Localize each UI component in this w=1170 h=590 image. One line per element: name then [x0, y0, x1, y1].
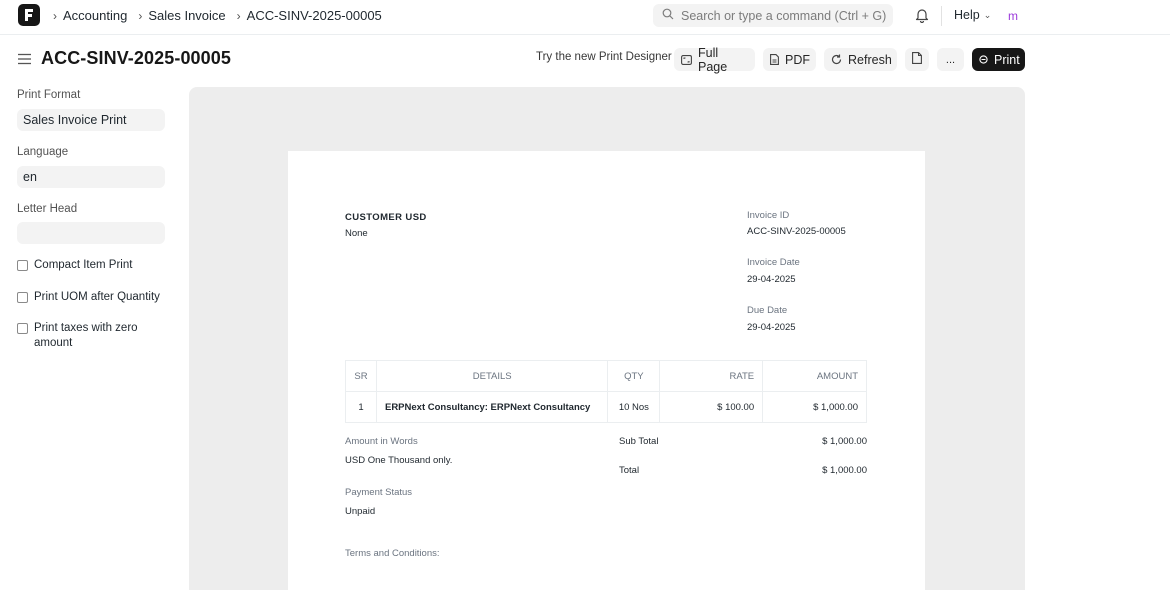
more-icon: ... — [945, 53, 956, 66]
pdf-button[interactable]: PDF — [763, 48, 816, 71]
cell-rate: $ 100.00 — [659, 391, 764, 423]
print-taxes-zero-checkbox[interactable]: Print taxes with zero amount — [17, 321, 149, 351]
cell-sr: 1 — [345, 391, 377, 423]
col-header-qty: QTY — [607, 360, 661, 392]
document-icon — [912, 52, 922, 67]
app-logo[interactable] — [18, 4, 40, 26]
col-header-details: DETAILS — [375, 360, 609, 392]
new-doc-button[interactable] — [905, 48, 929, 71]
total-value: $ 1,000.00 — [822, 465, 867, 476]
print-label: Print — [994, 52, 1020, 67]
more-options-button[interactable]: ... — [937, 48, 964, 71]
due-date-label: Due Date — [747, 305, 788, 316]
refresh-icon — [831, 54, 842, 65]
checkbox-box[interactable] — [17, 292, 28, 303]
print-designer-link[interactable]: Try the new Print Designer — [536, 51, 672, 63]
pdf-label: PDF — [785, 52, 810, 67]
cell-qty: 10 Nos — [607, 391, 661, 423]
print-format-label: Print Format — [17, 89, 81, 101]
checkbox-box[interactable] — [17, 260, 28, 271]
sidebar-toggle-icon[interactable] — [18, 53, 31, 68]
print-button[interactable]: Print — [972, 48, 1025, 71]
navbar: › Accounting › Sales Invoice › ACC-SINV-… — [0, 0, 1170, 35]
amount-in-words-value: USD One Thousand only. — [345, 455, 453, 466]
expand-icon — [681, 54, 692, 65]
divider — [941, 6, 942, 26]
letter-head-select[interactable] — [17, 222, 165, 244]
search-input[interactable]: Search or type a command (Ctrl + G) — [653, 4, 893, 27]
search-placeholder: Search or type a command (Ctrl + G) — [681, 8, 887, 23]
refresh-button[interactable]: Refresh — [824, 48, 897, 71]
terms-label: Terms and Conditions: — [345, 548, 440, 559]
help-dropdown[interactable]: Help ⌄ — [954, 8, 991, 22]
col-header-amount: AMOUNT — [762, 360, 867, 392]
printer-icon — [979, 55, 988, 64]
checkbox-box[interactable] — [17, 323, 28, 334]
invoice-date-label: Invoice Date — [747, 257, 800, 268]
invoice-id-value: ACC-SINV-2025-00005 — [747, 226, 846, 237]
table-header-row: SR DETAILS QTY RATE AMOUNT — [345, 360, 867, 392]
cell-amount: $ 1,000.00 — [762, 391, 867, 423]
breadcrumb-sales-invoice[interactable]: Sales Invoice — [148, 8, 225, 23]
table-row: 1 ERPNext Consultancy: ERPNext Consultan… — [345, 391, 867, 423]
full-page-button[interactable]: Full Page — [674, 45, 755, 74]
letter-head-label: Letter Head — [17, 203, 78, 215]
refresh-label: Refresh — [848, 52, 892, 67]
page-title: ACC-SINV-2025-00005 — [41, 48, 231, 68]
avatar[interactable]: m — [1002, 5, 1024, 27]
payment-status-value: Unpaid — [345, 506, 376, 517]
sub-total-value: $ 1,000.00 — [822, 436, 867, 447]
cell-details: ERPNext Consultancy: ERPNext Consultancy — [375, 391, 609, 423]
language-select[interactable]: en — [17, 166, 165, 188]
chevron-down-icon: ⌄ — [983, 9, 992, 20]
invoice-id-label: Invoice ID — [747, 210, 790, 221]
compact-item-print-checkbox[interactable]: Compact Item Print — [17, 258, 149, 273]
chevron-right-icon: › — [138, 8, 143, 23]
sub-total-label: Sub Total — [619, 436, 659, 447]
invoice-date-value: 29-04-2025 — [747, 274, 796, 285]
language-label: Language — [17, 146, 69, 158]
breadcrumb-accounting[interactable]: Accounting — [63, 8, 127, 23]
total-label: Total — [619, 465, 640, 476]
checkbox-label: Print UOM after Quantity — [34, 291, 160, 303]
items-table: SR DETAILS QTY RATE AMOUNT 1 ERPNext Con… — [345, 360, 867, 423]
customer-name: CUSTOMER USD — [345, 212, 427, 223]
full-page-label: Full Page — [698, 45, 728, 74]
breadcrumb-current-doc[interactable]: ACC-SINV-2025-00005 — [247, 8, 382, 23]
col-header-rate: RATE — [659, 360, 764, 392]
chevron-right-icon: › — [236, 8, 241, 23]
search-icon — [662, 8, 674, 23]
payment-status-label: Payment Status — [345, 487, 413, 498]
breadcrumb: › Accounting › Sales Invoice › ACC-SINV-… — [50, 8, 390, 23]
due-date-value: 29-04-2025 — [747, 322, 796, 333]
col-header-sr: SR — [345, 360, 377, 392]
checkbox-label: Compact Item Print — [34, 259, 133, 271]
bell-icon[interactable] — [915, 7, 929, 26]
customer-sub: None — [345, 228, 368, 239]
print-uom-checkbox[interactable]: Print UOM after Quantity — [17, 290, 174, 305]
chevron-right-icon: › — [53, 8, 57, 23]
amount-in-words-label: Amount in Words — [345, 436, 418, 447]
file-icon — [770, 54, 779, 65]
checkbox-label: Print taxes with zero amount — [34, 322, 138, 349]
print-format-select[interactable]: Sales Invoice Print — [17, 109, 165, 131]
help-label: Help — [954, 8, 980, 22]
